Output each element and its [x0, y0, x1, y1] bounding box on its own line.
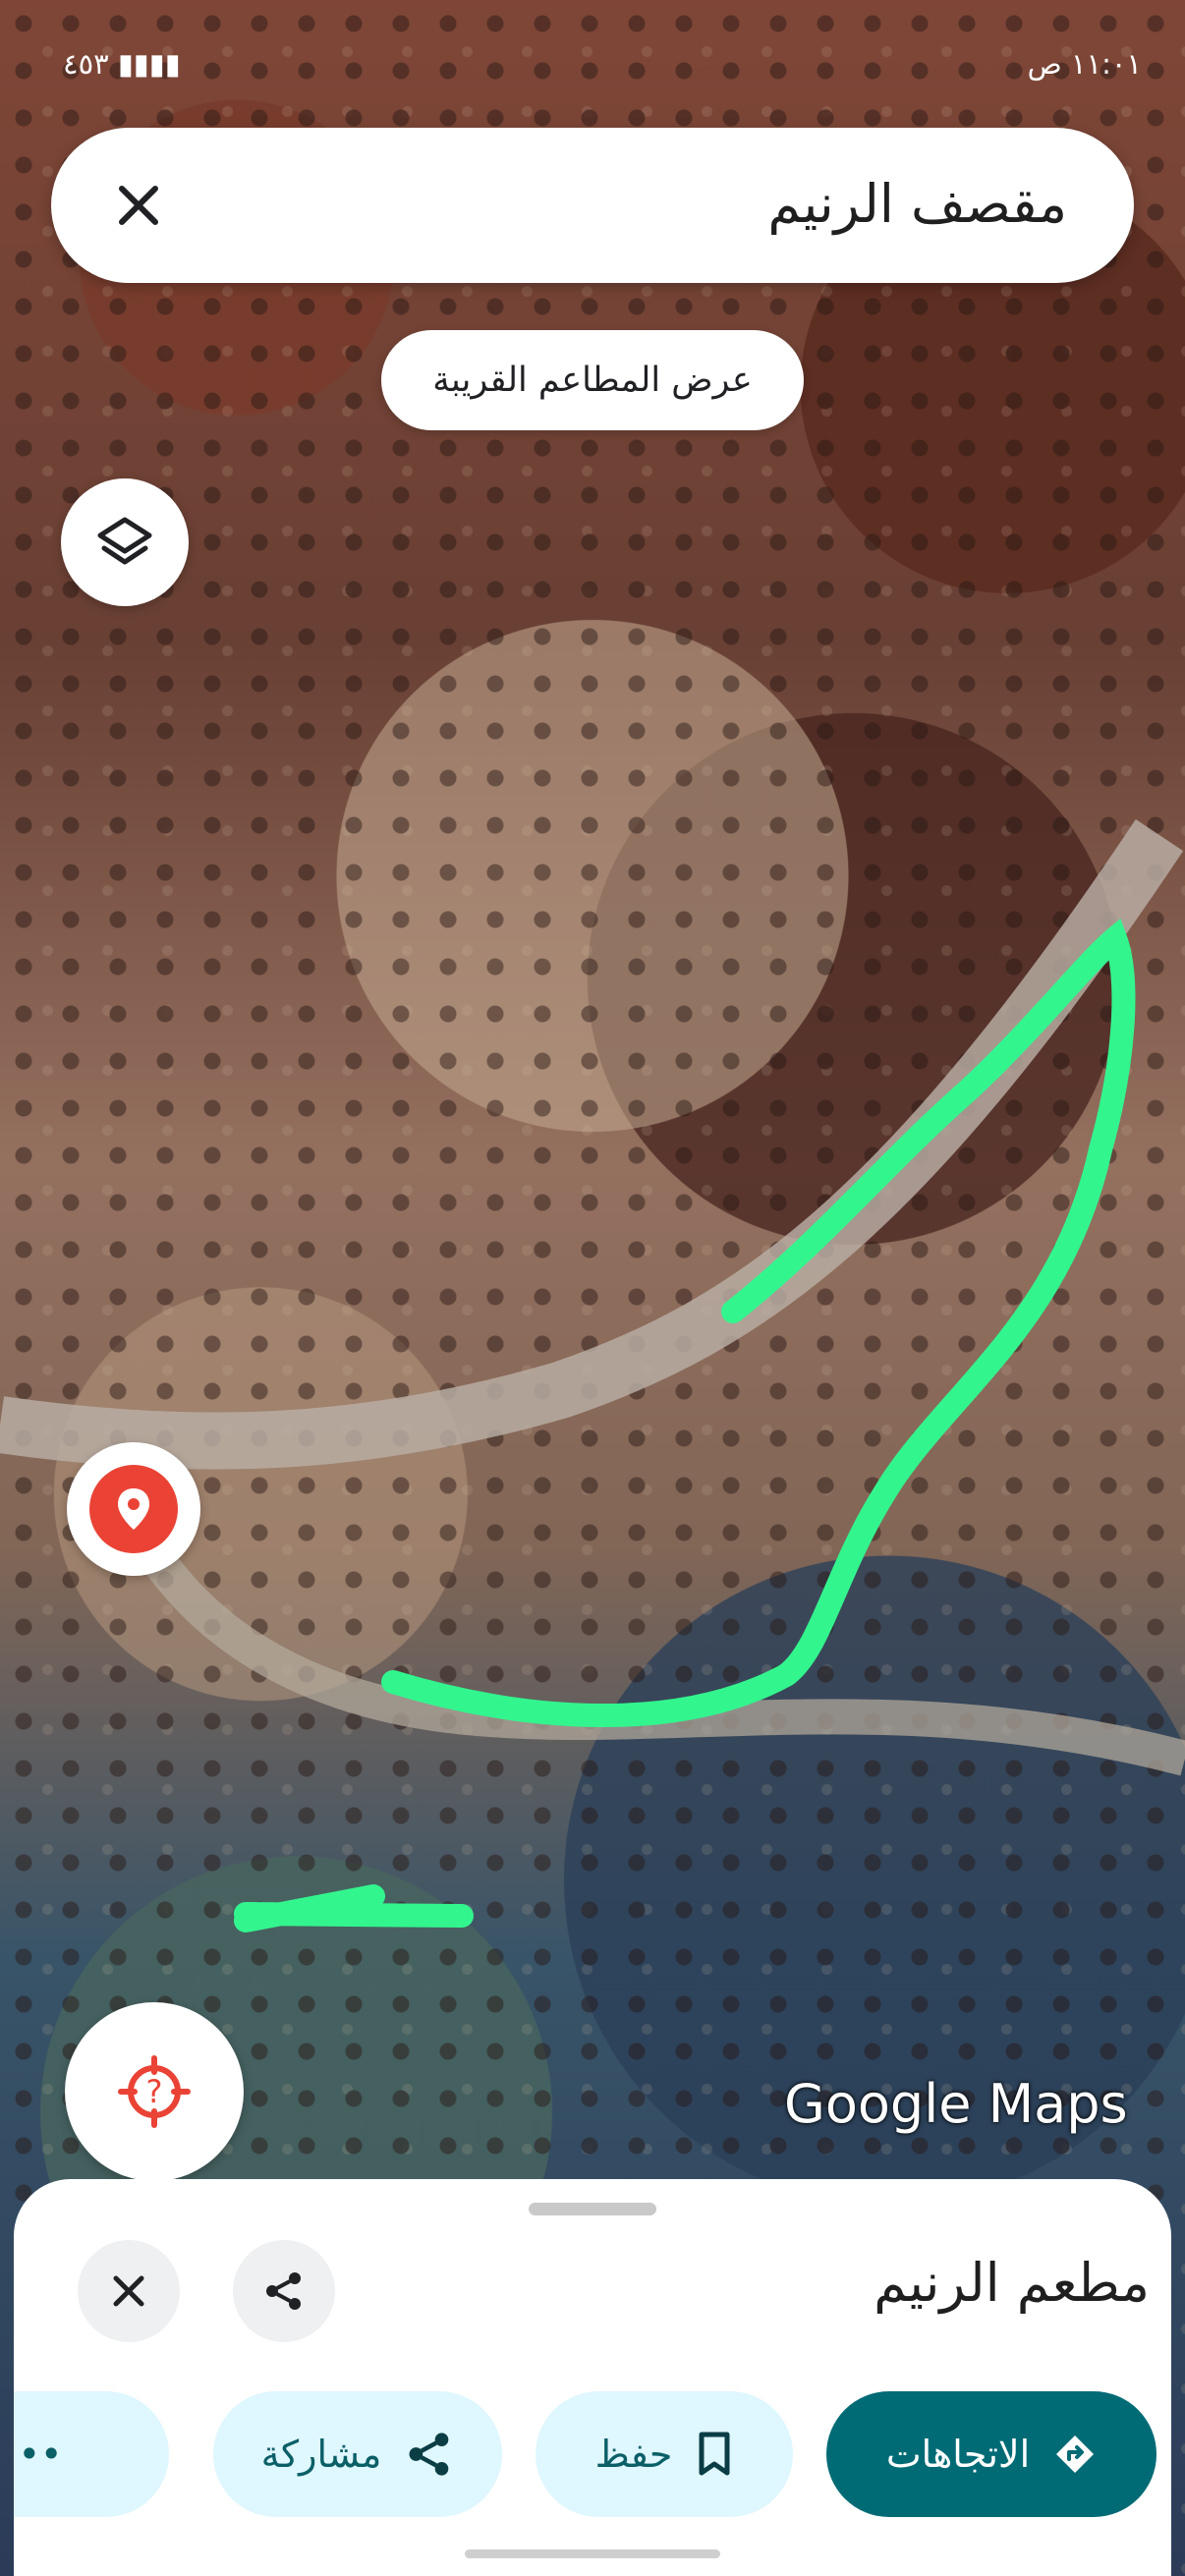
svg-text:?: ? [146, 2073, 163, 2110]
more-dots-icon: ••• [14, 2433, 63, 2476]
share-icon [266, 2272, 301, 2310]
directions-label: الاتجاهات [885, 2433, 1031, 2476]
layers-icon [97, 517, 152, 565]
share-icon [409, 2433, 449, 2476]
place-title: مطعم الرنيم [874, 2252, 1150, 2314]
place-marker[interactable] [67, 1442, 200, 1576]
green-route-marker [234, 1884, 474, 1932]
more-button[interactable]: ••• ال [14, 2391, 169, 2517]
nearby-restaurants-chip[interactable]: عرض المطاعم القريبة [381, 330, 804, 430]
sheet-close-button[interactable] [78, 2240, 180, 2342]
google-maps-watermark: Google Maps [784, 2073, 1128, 2135]
share-button[interactable]: مشاركة [213, 2391, 502, 2517]
save-label: حفظ [594, 2433, 673, 2476]
directions-button[interactable]: الاتجاهات [826, 2391, 1157, 2517]
place-bottom-sheet[interactable]: مطعم الرنيم الاتجاهات حفظ مشاركة ••• ال [14, 2179, 1171, 2576]
sheet-drag-handle[interactable] [529, 2203, 656, 2215]
bookmark-icon [699, 2432, 730, 2476]
status-bar: ٤٥٣ ▮▮▮▮ ١١:٠١ ص [0, 47, 1185, 90]
search-bar[interactable]: مقصف الرنيم [51, 128, 1134, 283]
status-signal-battery: ٤٥٣ ▮▮▮▮ [63, 47, 181, 81]
locate-icon: ? [118, 2055, 191, 2128]
layers-button[interactable] [61, 478, 189, 606]
close-icon[interactable] [102, 169, 175, 242]
search-title: مقصف الرنيم [767, 173, 1067, 235]
location-pin-icon [89, 1465, 178, 1553]
share-label: مشاركة [260, 2433, 382, 2476]
status-time: ١١:٠١ ص [1027, 47, 1142, 81]
directions-icon [1056, 2436, 1095, 2473]
green-route [381, 918, 1136, 1728]
gesture-bar[interactable] [465, 2549, 720, 2558]
share-round-button[interactable] [233, 2240, 335, 2342]
action-row[interactable]: الاتجاهات حفظ مشاركة ••• ال [14, 2391, 1171, 2529]
save-button[interactable]: حفظ [536, 2391, 793, 2517]
locate-button[interactable]: ? [65, 2002, 244, 2181]
close-icon [113, 2275, 144, 2307]
